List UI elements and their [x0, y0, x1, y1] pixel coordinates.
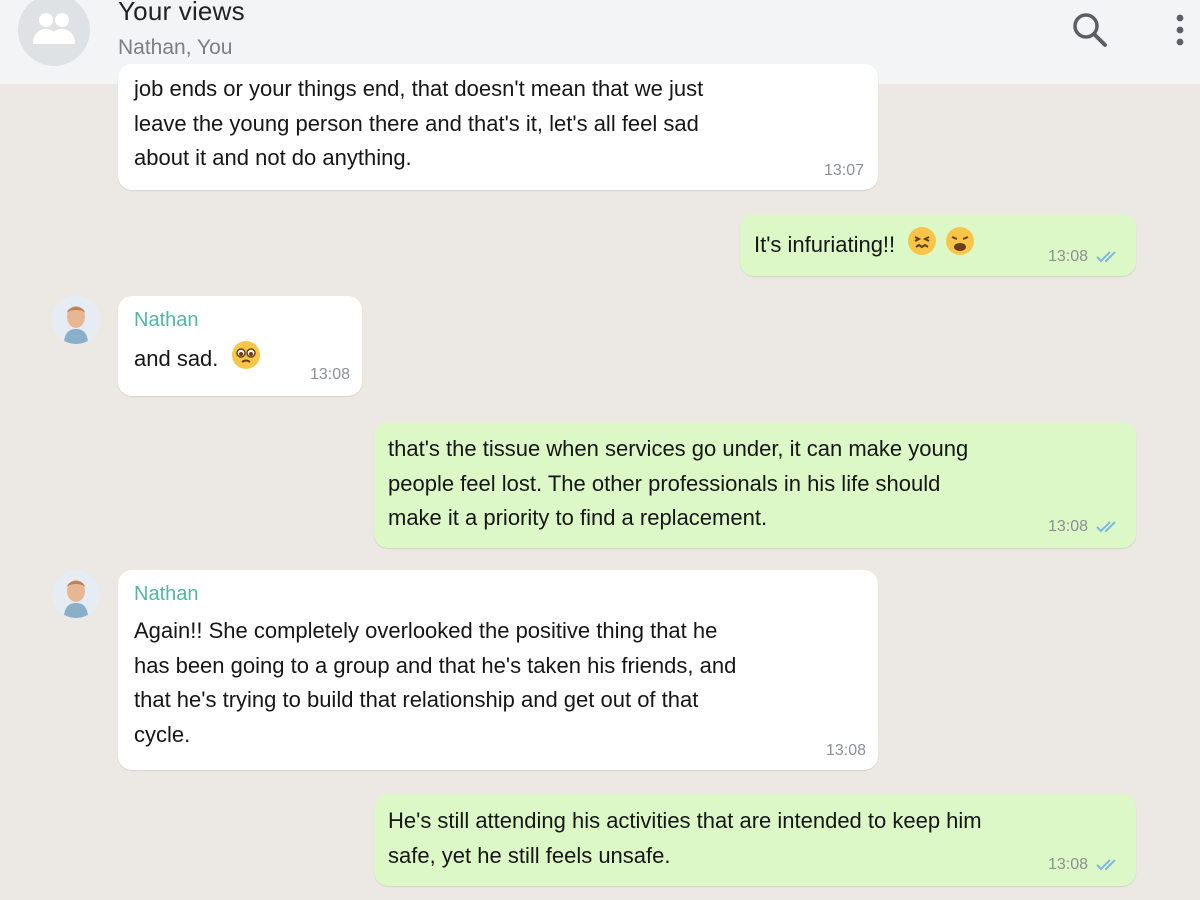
group-icon — [33, 13, 75, 44]
more-options-button[interactable] — [1166, 8, 1194, 52]
message-text: job ends or your things end, that doesn'… — [134, 76, 704, 170]
chat-participants: Nathan, You — [118, 36, 233, 59]
weary-face-emoji — [945, 226, 975, 267]
message-time: 13:08 — [309, 366, 350, 383]
message-bubble-outgoing[interactable]: He's still attending his activities that… — [374, 794, 1136, 886]
more-vertical-icon — [1176, 14, 1184, 46]
avatar[interactable] — [52, 296, 100, 344]
person-avatar-icon — [52, 296, 100, 344]
group-avatar[interactable] — [18, 0, 90, 66]
message-bubble-outgoing[interactable]: that's the tissue when services go under… — [374, 422, 1136, 548]
message-bubble-incoming[interactable]: Nathan Again!! She completely overlooked… — [118, 570, 878, 770]
confounded-face-emoji — [907, 226, 937, 267]
message-text: It's infuriating!! — [754, 232, 896, 258]
avatar[interactable] — [52, 570, 100, 618]
message-time: 13:08 — [825, 742, 866, 759]
chat-title[interactable]: Your views — [118, 0, 245, 27]
message-list[interactable]: job ends or your things end, that doesn'… — [0, 64, 1200, 900]
message-text: and sad. — [134, 346, 219, 372]
message-bubble-outgoing[interactable]: It's infuriating!! 13:08 — [740, 214, 1136, 276]
search-icon — [1073, 13, 1107, 47]
search-button[interactable] — [1068, 8, 1112, 52]
read-receipt-icon — [1096, 521, 1116, 533]
read-receipt-icon — [1096, 859, 1116, 871]
sender-name: Nathan — [134, 309, 199, 331]
message-time: 13:08 — [1047, 248, 1088, 265]
message-time: 13:08 — [1047, 518, 1088, 535]
message-text: that's the tissue when services go under… — [388, 436, 969, 530]
message-time: 13:07 — [823, 162, 864, 179]
message-time: 13:08 — [1047, 856, 1088, 873]
sender-name: Nathan — [134, 583, 199, 605]
message-bubble-incoming[interactable]: Nathan and sad. 13:08 — [118, 296, 362, 396]
message-text: Again!! She completely overlooked the po… — [134, 618, 737, 747]
read-receipt-icon — [1096, 251, 1116, 263]
message-bubble-incoming[interactable]: job ends or your things end, that doesn'… — [118, 64, 878, 190]
message-text: He's still attending his activities that… — [388, 808, 982, 868]
person-avatar-icon — [52, 570, 100, 618]
pleading-face-emoji — [231, 340, 261, 381]
